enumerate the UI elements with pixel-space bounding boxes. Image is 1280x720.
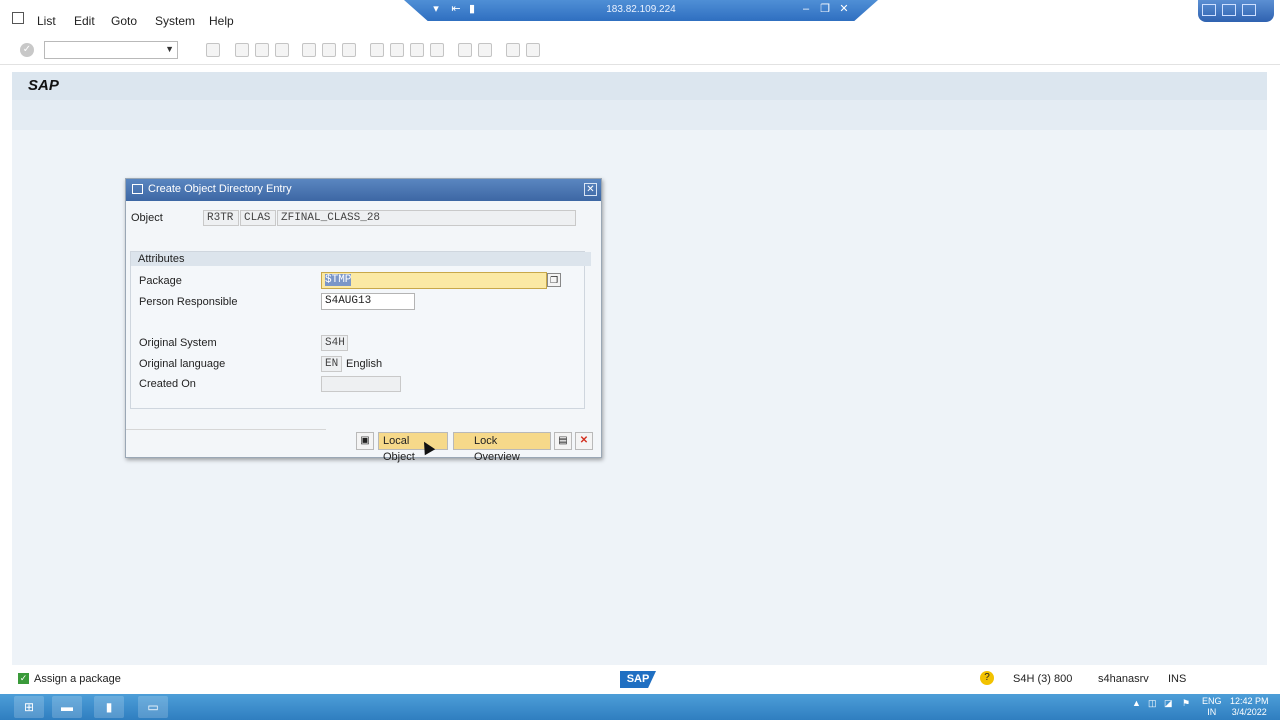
menu-help[interactable]: Help [209,14,234,28]
remote-connection-bar: ▾ ⇤ ▮ 183.82.109.224 – ❐ ✕ [404,0,878,21]
language-indicator[interactable]: ENG IN [1202,696,1222,718]
language-region: IN [1207,707,1217,717]
object-pgmid-field: R3TR [203,210,239,226]
clock-date: 3/4/2022 [1231,707,1267,717]
insert-mode: INS [1168,673,1187,685]
first-page-icon[interactable] [370,43,384,57]
package-input[interactable]: $TMP [321,272,547,289]
restore-icon[interactable]: ❐ [819,3,831,15]
app-menu-icon[interactable] [12,12,24,24]
value-help-icon[interactable]: ❐ [547,273,561,287]
created-on-field [321,376,401,392]
menu-goto[interactable]: Goto [111,14,137,28]
chevron-down-icon[interactable]: ▼ [165,44,174,54]
package-label: Package [139,275,182,287]
tray-chevron-icon[interactable]: ▲ [1132,698,1141,708]
menu-list[interactable]: List [37,14,56,28]
server-manager-icon[interactable]: ▬ [52,696,82,718]
edit-icon [132,184,143,194]
local-object-button[interactable]: Local Object [378,432,448,463]
object-type-field: CLAS [240,210,276,226]
person-responsible-input[interactable]: S4AUG13 [321,293,415,310]
lock-overview-button[interactable]: Lock Overview [453,432,551,463]
next-page-icon[interactable] [410,43,424,57]
person-responsible-label: Person Responsible [139,296,238,308]
dialog-title: Create Object Directory Entry [148,183,292,195]
restore-icon[interactable] [1222,4,1236,16]
menu-edit[interactable]: Edit [74,14,95,28]
other-object-icon[interactable]: ▤ [554,432,572,450]
original-language-code: EN [321,356,342,372]
clock-time: 12:42 PM [1230,696,1269,706]
minimize-icon[interactable]: – [800,3,812,15]
find-next-icon[interactable] [342,43,356,57]
success-icon: ✓ [18,673,29,684]
file-explorer-icon[interactable]: ▭ [138,696,168,718]
cancel-icon[interactable]: ✕ [575,432,593,450]
start-icon[interactable]: ⊞ [14,696,44,718]
screen-title-bar: SAP [12,72,1267,100]
command-field[interactable]: ▼ [44,41,178,59]
exit-icon[interactable] [255,43,269,57]
server-name: s4hanasrv [1098,673,1149,685]
taskbar: ⊞ ▬ ▮ ▭ ▲ ◫ ◪ ⚑ ENG IN 12:42 PM 3/4/2022 [0,694,1280,720]
create-object-directory-dialog: Create Object Directory Entry ✕ Object R… [125,178,602,463]
status-message: Assign a package [34,673,121,685]
layout-icon[interactable] [526,43,540,57]
page-title: SAP [28,77,59,94]
close-icon[interactable]: ✕ [838,3,850,15]
lock-overview-label: Lock Overview [474,435,520,463]
close-icon[interactable] [1242,4,1256,16]
network-icon[interactable]: ◫ [1148,698,1157,709]
toolbar: ✓ ▼ [0,38,1280,65]
application-toolbar [12,100,1267,130]
menu-system[interactable]: System [155,14,195,28]
save-icon[interactable] [206,43,220,57]
cancel-icon[interactable] [275,43,289,57]
clock[interactable]: 12:42 PM 3/4/2022 [1230,696,1269,718]
attributes-title: Attributes [131,252,591,266]
previous-page-icon[interactable] [390,43,404,57]
powershell-icon[interactable]: ▮ [94,696,124,718]
minimize-icon[interactable] [1202,4,1216,16]
language-code: ENG [1202,696,1222,706]
attributes-group: Attributes Package $TMP Person Responsib… [130,251,591,409]
shortcut-icon[interactable] [478,43,492,57]
created-on-label: Created On [139,378,196,390]
close-icon[interactable]: ✕ [584,183,597,196]
save-icon[interactable]: ▣ [356,432,374,450]
help-icon[interactable]: ? [980,671,994,685]
find-icon[interactable] [322,43,336,57]
status-bar: ✓ Assign a package SAP ? S4H (3) 800 s4h… [12,668,1267,690]
volume-icon[interactable]: ◪ [1164,698,1173,709]
help-icon[interactable] [506,43,520,57]
original-system-field: S4H [321,335,348,351]
system-info[interactable]: S4H (3) 800 [1013,673,1072,685]
divider [126,429,326,430]
original-language-label: Original language [139,358,226,370]
object-name-field: ZFINAL_CLASS_28 [277,210,576,226]
original-language-name: English [346,358,383,370]
object-label: Object [131,212,163,224]
new-session-icon[interactable] [458,43,472,57]
original-system-label: Original System [139,337,217,349]
package-value: $TMP [325,274,352,286]
dialog-title-bar: Create Object Directory Entry ✕ [126,179,601,201]
print-icon[interactable] [302,43,316,57]
sap-logo: SAP [620,671,656,688]
last-page-icon[interactable] [430,43,444,57]
back-icon[interactable] [235,43,249,57]
flag-icon[interactable]: ⚑ [1182,698,1190,709]
enter-icon[interactable]: ✓ [20,43,34,57]
window-controls [1198,0,1274,22]
